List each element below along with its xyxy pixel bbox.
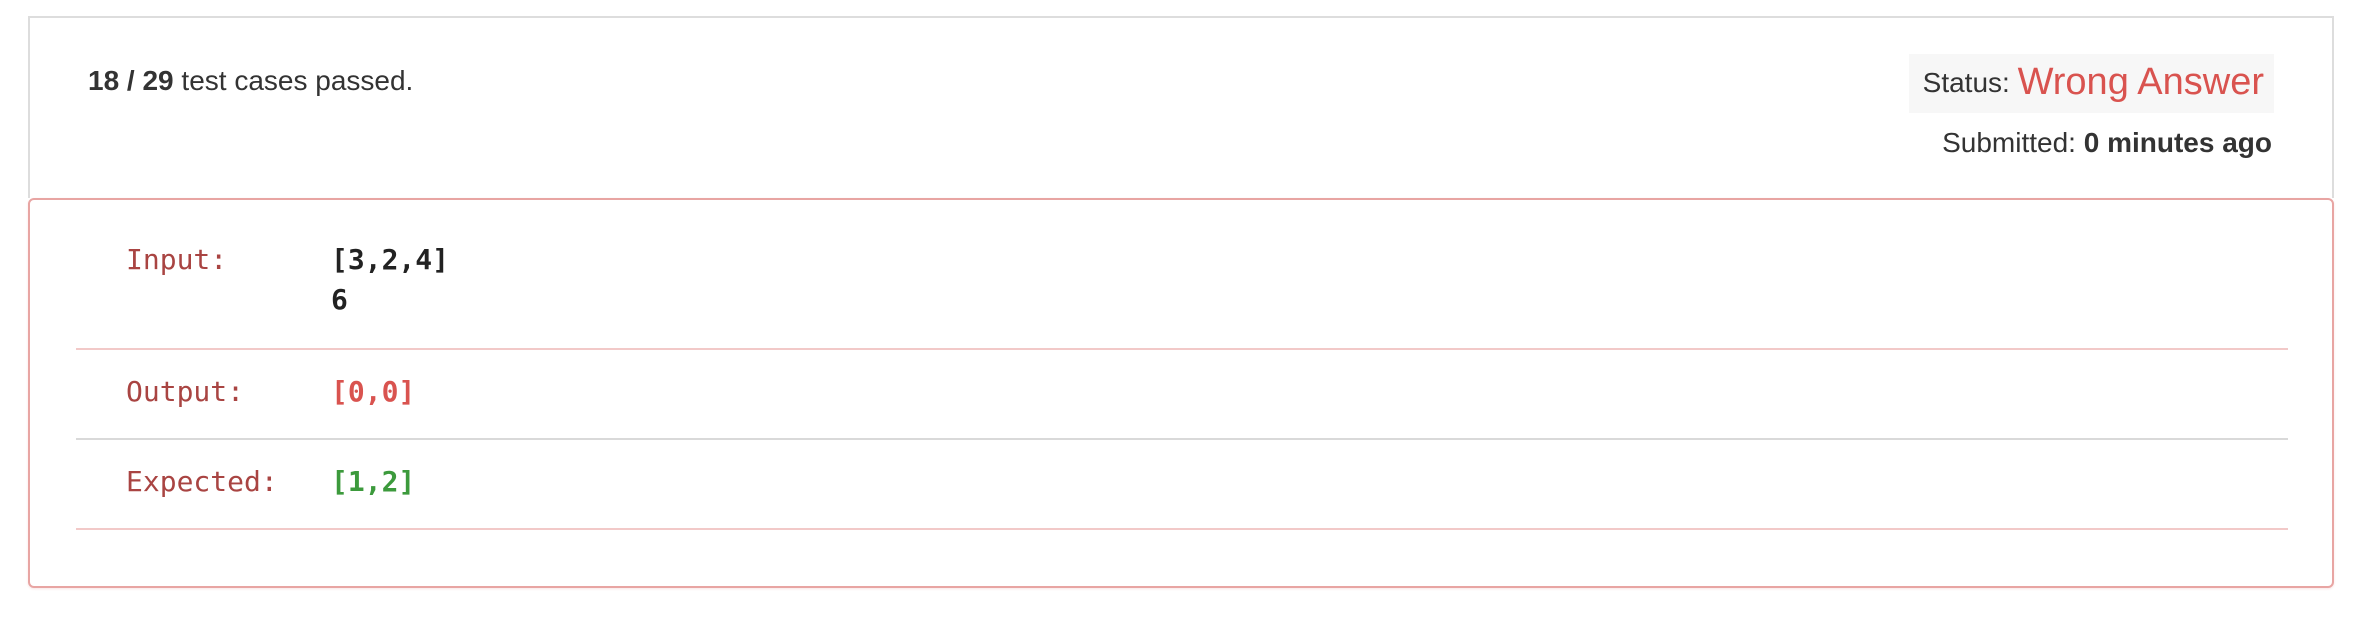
input-array: [3,2,4] bbox=[331, 243, 450, 276]
input-row: Input: [3,2,4] 6 bbox=[76, 240, 2288, 350]
test-case-summary: 18 / 29 test cases passed. bbox=[88, 64, 413, 98]
output-label: Output: bbox=[126, 375, 245, 408]
expected-row: Expected: [1,2] bbox=[76, 440, 2288, 530]
expected-value: [1,2] bbox=[331, 465, 416, 498]
expected-label: Expected: bbox=[126, 465, 278, 498]
submission-result-panel: 18 / 29 test cases passed. Status: Wrong… bbox=[28, 16, 2334, 588]
input-label: Input: bbox=[126, 243, 228, 276]
output-row: Output: [0,0] bbox=[76, 350, 2288, 440]
submitted-label: Submitted: bbox=[1942, 127, 2084, 158]
submitted-line: Submitted: 0 minutes ago bbox=[1874, 125, 2274, 161]
submitted-time: 0 minutes ago bbox=[2083, 127, 2272, 158]
passed-count: 18 / 29 bbox=[88, 65, 174, 96]
status-block: Status: Wrong Answer Submitted: 0 minute… bbox=[1874, 54, 2274, 161]
status-value: Wrong Answer bbox=[2017, 61, 2264, 103]
output-value: [0,0] bbox=[331, 375, 416, 408]
wrong-answer-details: Input: [3,2,4] 6 Output: [0,0] Expected:… bbox=[28, 198, 2334, 588]
input-target: 6 bbox=[331, 283, 348, 316]
input-value: [3,2,4] 6 bbox=[331, 240, 449, 320]
status-label: Status: bbox=[1922, 67, 2018, 98]
result-summary: 18 / 29 test cases passed. Status: Wrong… bbox=[28, 16, 2334, 198]
passed-label: test cases passed. bbox=[173, 65, 414, 96]
status-line: Status: Wrong Answer bbox=[1908, 54, 2274, 113]
